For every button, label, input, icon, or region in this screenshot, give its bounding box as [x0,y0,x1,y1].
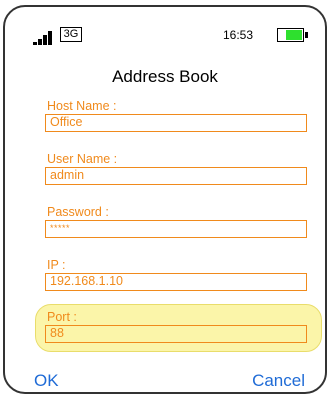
ip-input[interactable]: 192.168.1.10 [45,273,307,291]
user-name-label: User Name : [47,152,118,166]
page-title: Address Book [112,67,218,86]
status-clock: 16:53 [223,28,254,42]
password-input[interactable]: ***** [45,220,307,238]
battery-icon [277,28,308,42]
cancel-softkey[interactable]: Cancel [252,371,305,391]
port-label: Port : [47,310,77,324]
port-input[interactable]: 88 [45,325,307,343]
network-type-badge: 3G [60,27,82,42]
password-field-group: Password : ***** [45,205,307,238]
host-name-input[interactable]: Office [45,114,307,132]
host-name-field-group: Host Name : Office [45,99,307,132]
ip-label: IP : [47,258,66,272]
user-name-field-group: User Name : admin [45,152,307,185]
signal-bars-icon [30,29,60,45]
host-name-label: Host Name : [47,99,117,113]
ok-softkey[interactable]: OK [34,371,59,391]
user-name-input[interactable]: admin [45,167,307,185]
port-field-group: Port : 88 [45,310,307,343]
battery-level [286,30,302,40]
status-bar: 3G 16:53 [5,7,325,59]
phone-screen: 3G 16:53 Address Book Host Name : Office… [3,5,327,394]
ip-field-group: IP : 192.168.1.10 [45,258,307,291]
password-label: Password : [47,205,109,219]
